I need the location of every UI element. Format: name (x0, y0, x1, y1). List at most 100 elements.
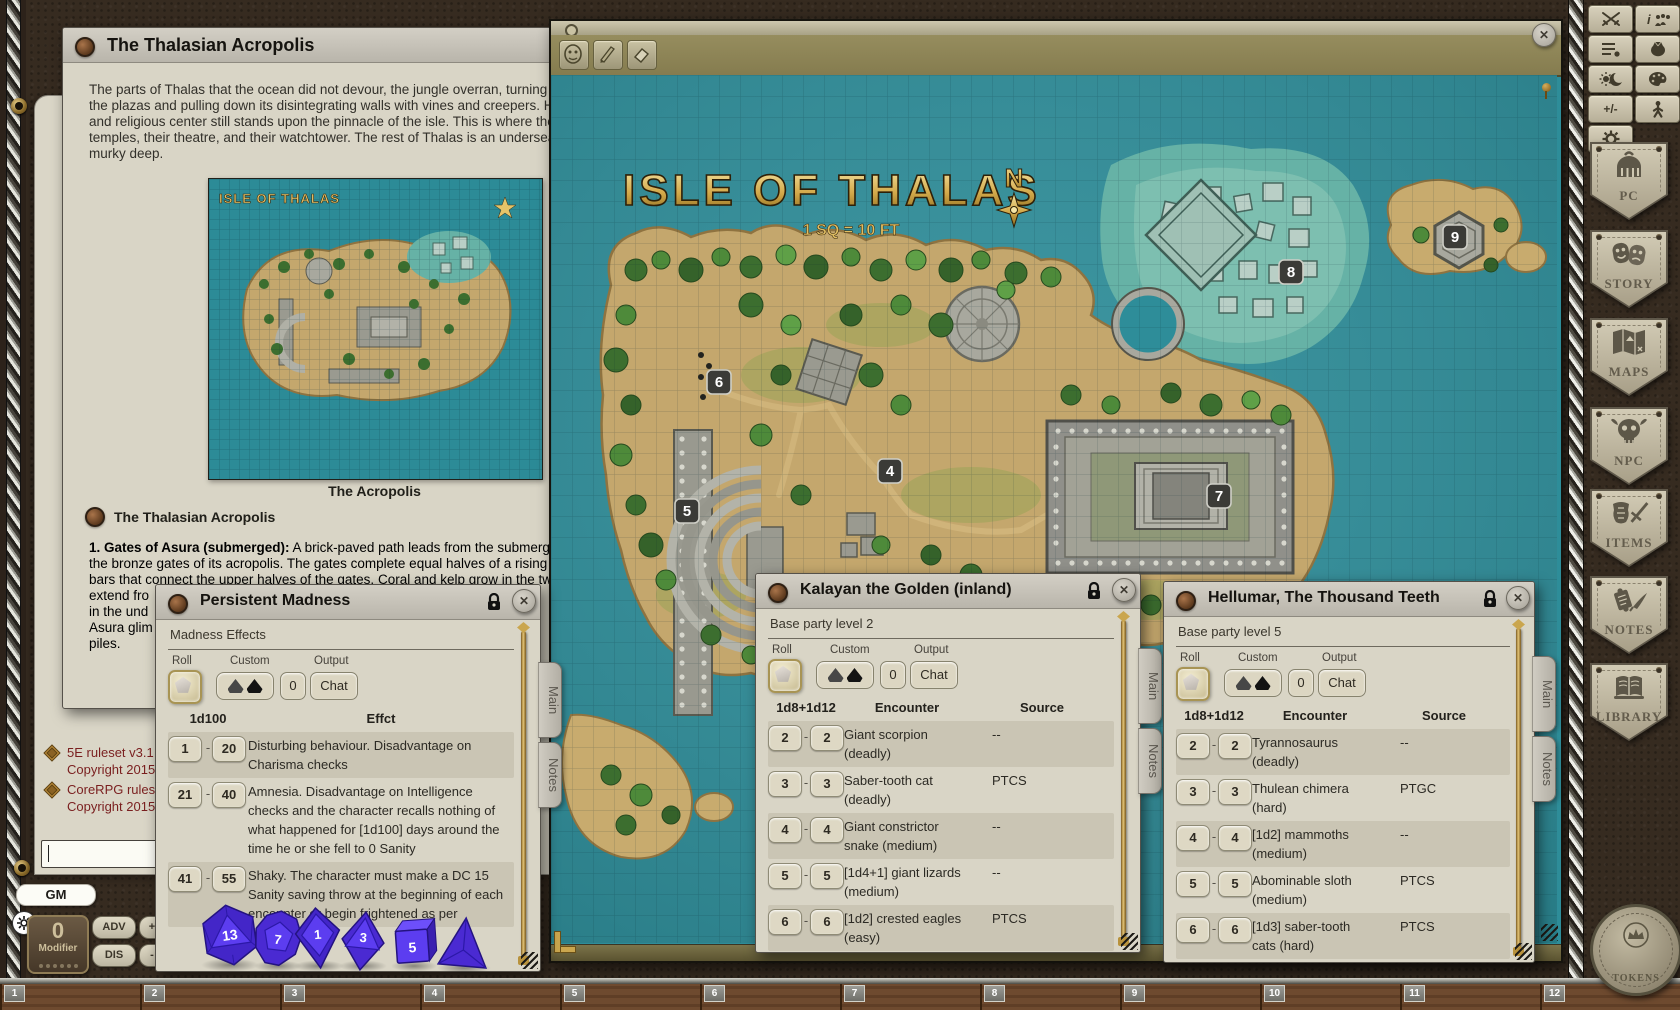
custom-modifier-value[interactable]: 0 (1288, 669, 1314, 697)
mask-tool-button[interactable] (559, 40, 589, 70)
hotbar-slot[interactable]: 3 (280, 984, 420, 1010)
resize-handle[interactable] (1515, 943, 1532, 960)
d6-die[interactable]: 5 (390, 912, 440, 969)
hotbar-slot[interactable]: 1 (0, 984, 140, 1010)
party-info-icon[interactable]: i (1635, 5, 1680, 33)
modifier-box[interactable]: 0 Modifier (27, 915, 89, 974)
map-marker-4[interactable]: 4 (877, 458, 903, 484)
plus-minus-icon[interactable]: +/- (1588, 95, 1633, 123)
sidebar-item-library[interactable]: LIBRARY (1590, 663, 1668, 741)
sidebar-item-items[interactable]: ITEMS (1590, 489, 1668, 567)
story-link[interactable]: The Thalasian Acropolis (85, 507, 275, 527)
table-row[interactable]: 6- 6 [1d2] crested eagles (easy) PTCS (768, 905, 1114, 951)
range-to-chip[interactable]: 6 (1218, 917, 1252, 943)
crossed-swords-icon[interactable] (1588, 5, 1633, 33)
d4-die[interactable] (436, 912, 493, 974)
range-to-chip[interactable]: 3 (810, 771, 844, 797)
output-chat-button[interactable]: Chat (310, 672, 358, 700)
advantage-button[interactable]: ADV (92, 916, 136, 939)
map-marker-7[interactable]: 7 (1206, 483, 1232, 509)
custom-modifier-value[interactable]: 0 (880, 661, 906, 689)
table-row[interactable]: 3- 3 Thulean chimera (hard) PTGC (1176, 775, 1510, 821)
hotbar-slot[interactable]: 6 (700, 984, 840, 1010)
lock-icon[interactable] (1086, 582, 1102, 600)
table-row[interactable]: 4- 4 [1d2] mammoths (medium) -- (1176, 821, 1510, 867)
close-button[interactable]: ✕ (512, 589, 536, 613)
map-marker-8[interactable]: 8 (1278, 259, 1304, 285)
close-button[interactable]: ✕ (1506, 586, 1530, 610)
range-to-chip[interactable]: 3 (1218, 779, 1252, 805)
resize-handle[interactable] (1121, 933, 1138, 950)
d8-die[interactable]: 3 (337, 908, 389, 974)
range-to-chip[interactable]: 40 (212, 782, 246, 808)
roll-die-button[interactable] (1176, 667, 1210, 701)
range-from-chip[interactable]: 21 (168, 782, 202, 808)
sidebar-item-npc[interactable]: NPC (1590, 407, 1668, 485)
tab-notes[interactable]: Notes (538, 742, 562, 808)
range-from-chip[interactable]: 4 (768, 817, 802, 843)
scrollbar-rod[interactable] (1118, 620, 1129, 946)
window-icon[interactable] (168, 594, 188, 614)
map-window-titlebar[interactable] (551, 21, 1561, 37)
lock-icon[interactable] (486, 593, 502, 611)
scrollbar-rod[interactable] (518, 631, 529, 965)
table-row[interactable]: 5- 5 Abominable sloth (medium) PTCS (1176, 867, 1510, 913)
walking-figure-icon[interactable] (1635, 95, 1680, 123)
table-row[interactable]: 2- 2 Giant scorpion (deadly) -- (768, 721, 1114, 767)
map-resize-handle[interactable] (1541, 924, 1558, 941)
close-button[interactable]: ✕ (1112, 578, 1136, 602)
lock-icon[interactable] (1482, 590, 1498, 608)
sidebar-item-story[interactable]: STORY (1590, 230, 1668, 308)
range-from-chip[interactable]: 1 (168, 736, 202, 762)
hotbar-slot[interactable]: 8 (980, 984, 1120, 1010)
hotbar-slot[interactable]: 2 (140, 984, 280, 1010)
window-icon[interactable] (1176, 591, 1196, 611)
range-from-chip[interactable]: 6 (768, 909, 802, 935)
roll-die-button[interactable] (168, 670, 202, 704)
color-palette-icon[interactable] (1635, 65, 1680, 93)
table-row[interactable]: 21- 40 Amnesia. Disadvantage on Intellig… (168, 778, 514, 862)
custom-dice-slot[interactable] (816, 661, 874, 689)
range-to-chip[interactable]: 55 (212, 866, 246, 892)
hotbar-slot[interactable]: 7 (840, 984, 980, 1010)
acropolis-thumbnail-map[interactable]: ISLE OF THALAS (208, 178, 543, 480)
hotbar-slot[interactable]: 9 (1120, 984, 1260, 1010)
tab-main[interactable]: Main (1138, 648, 1162, 724)
hotbar-slot[interactable]: 4 (420, 984, 560, 1010)
hotbar-slot[interactable]: 5 (560, 984, 700, 1010)
scrollbar-rod[interactable] (1513, 628, 1524, 956)
range-to-chip[interactable]: 2 (810, 725, 844, 751)
range-from-chip[interactable]: 2 (768, 725, 802, 751)
range-to-chip[interactable]: 4 (810, 817, 844, 843)
table-row[interactable]: 1- 20 Disturbing behaviour. Disadvantage… (168, 732, 514, 778)
tab-notes[interactable]: Notes (1532, 736, 1556, 802)
gm-identity-label[interactable]: GM (16, 884, 96, 906)
output-chat-button[interactable]: Chat (1318, 669, 1366, 697)
token-pouch-icon[interactable] (1635, 35, 1680, 63)
range-to-chip[interactable]: 4 (1218, 825, 1252, 851)
story-window-icon[interactable] (75, 37, 95, 57)
range-to-chip[interactable]: 5 (1218, 871, 1252, 897)
eraser-tool-button[interactable] (627, 40, 657, 70)
table-row[interactable]: 4- 4 Giant constrictor snake (medium) -- (768, 813, 1114, 859)
range-from-chip[interactable]: 6 (1176, 917, 1210, 943)
resize-handle[interactable] (521, 952, 538, 969)
hotbar-slot[interactable]: 10 (1260, 984, 1400, 1010)
hotbar-slot[interactable]: 11 (1400, 984, 1540, 1010)
range-to-chip[interactable]: 5 (810, 863, 844, 889)
custom-dice-slot[interactable] (1224, 669, 1282, 697)
custom-modifier-value[interactable]: 0 (280, 672, 306, 700)
range-from-chip[interactable]: 3 (768, 771, 802, 797)
sidebar-item-tokens[interactable]: TOKENS (1590, 904, 1680, 996)
map-close-button[interactable]: ✕ (1532, 23, 1556, 47)
range-from-chip[interactable]: 4 (1176, 825, 1210, 851)
range-from-chip[interactable]: 5 (1176, 871, 1210, 897)
pencil-tool-button[interactable] (593, 40, 623, 70)
table-row[interactable]: 6- 6 [1d3] saber-tooth cats (hard) PTCS (1176, 913, 1510, 959)
day-night-icon[interactable] (1588, 65, 1633, 93)
table-row[interactable]: 3- 3 Saber-tooth cat (deadly) PTCS (768, 767, 1114, 813)
range-from-chip[interactable]: 5 (768, 863, 802, 889)
range-to-chip[interactable]: 20 (212, 736, 246, 762)
range-to-chip[interactable]: 2 (1218, 733, 1252, 759)
map-pin-icon[interactable] (1541, 83, 1551, 99)
